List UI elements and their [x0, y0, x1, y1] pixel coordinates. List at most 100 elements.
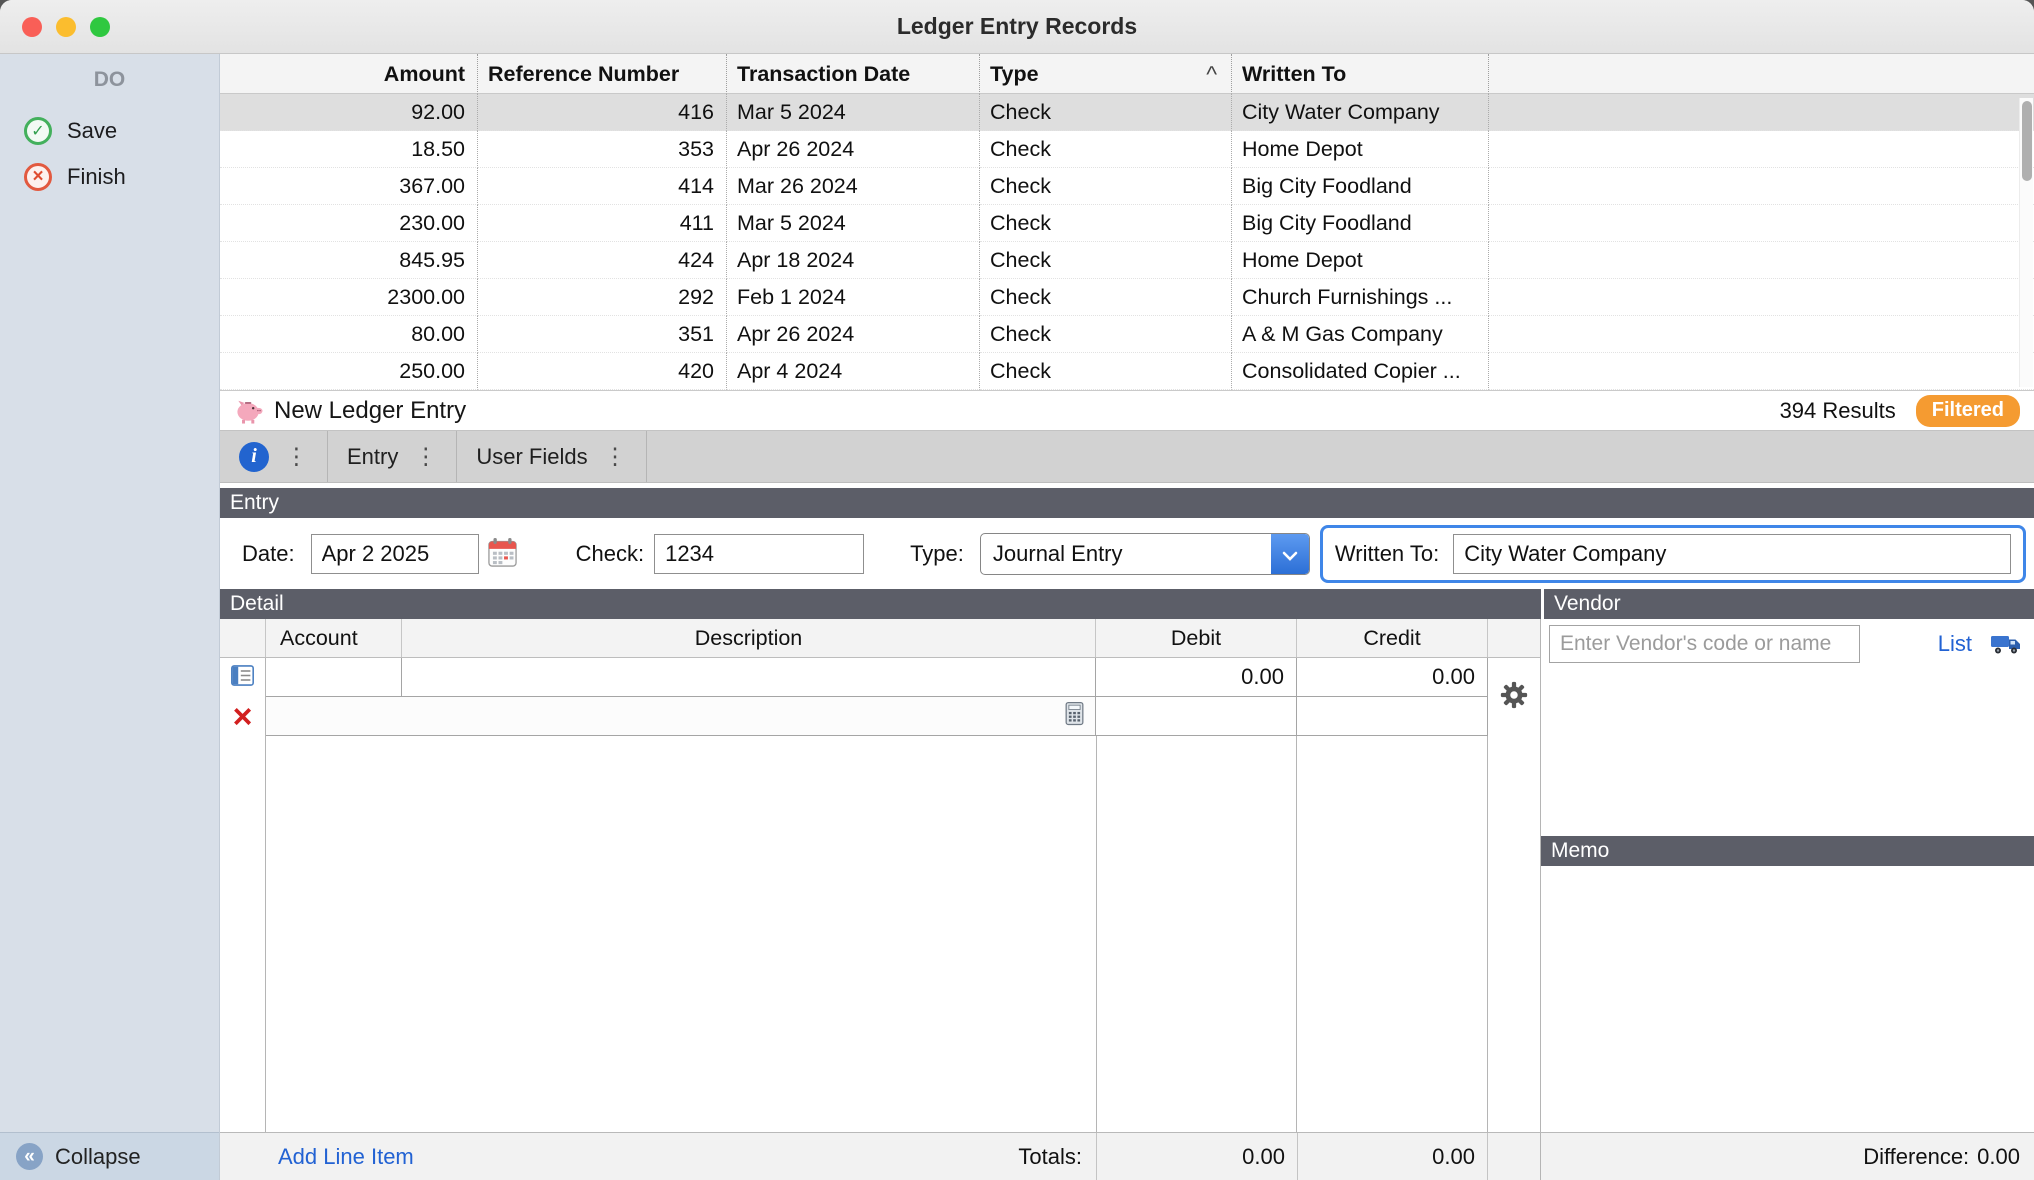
detail-column-description: Description [402, 619, 1096, 657]
detail-section-header: Detail [220, 589, 1541, 619]
table-row[interactable]: 92.00 416 Mar 5 2024 Check City Water Co… [220, 94, 2034, 131]
results-count: 394 Results [1780, 398, 1896, 424]
zoom-window-button[interactable] [90, 17, 110, 37]
type-select-value: Journal Entry [981, 541, 1271, 567]
debit-cell[interactable]: 0.00 [1096, 658, 1297, 697]
window-controls [22, 0, 110, 53]
date-cell: Apr 26 2024 [727, 316, 980, 353]
collapse-button[interactable]: « Collapse [0, 1132, 219, 1180]
calendar-picker-button[interactable] [487, 537, 518, 571]
table-row[interactable]: 845.95 424 Apr 18 2024 Check Home Depot [220, 242, 2034, 279]
type-cell: Check [980, 279, 1232, 316]
kebab-menu-icon[interactable]: ⋮ [285, 444, 308, 470]
date-input[interactable] [311, 534, 479, 574]
close-window-button[interactable] [22, 17, 42, 37]
debit-secondary-cell[interactable] [1096, 697, 1297, 736]
account-cell-input[interactable] [266, 658, 402, 697]
vendor-truck-icon[interactable] [1990, 632, 2022, 656]
table-row[interactable]: 80.00 351 Apr 26 2024 Check A & M Gas Co… [220, 316, 2034, 353]
description-cell-input[interactable] [402, 658, 1096, 697]
check-number-input[interactable] [654, 534, 864, 574]
type-select[interactable]: Journal Entry [980, 533, 1310, 575]
table-row[interactable]: 230.00 411 Mar 5 2024 Check Big City Foo… [220, 205, 2034, 242]
date-cell: Mar 5 2024 [727, 94, 980, 131]
table-row[interactable]: 250.00 420 Apr 4 2024 Check Consolidated… [220, 353, 2034, 390]
collapse-chevrons-icon: « [16, 1143, 43, 1170]
detail-table-body: 0.00 0.00 [220, 658, 1540, 1132]
info-icon[interactable]: i [239, 442, 269, 472]
check-label: Check: [576, 541, 644, 567]
vendor-input-row: List [1541, 619, 2034, 668]
amount-cell: 2300.00 [220, 279, 478, 316]
credit-cell[interactable]: 0.00 [1297, 658, 1488, 697]
type-cell: Check [980, 205, 1232, 242]
written-to-label: Written To: [1335, 541, 1439, 567]
new-ledger-entry-bar: New Ledger Entry 394 Results Filtered [220, 390, 2034, 431]
totals-label: Totals: [1018, 1144, 1082, 1170]
kebab-menu-icon[interactable]: ⋮ [604, 444, 627, 470]
kebab-menu-icon[interactable]: ⋮ [414, 444, 437, 470]
type-label: Type: [910, 541, 964, 567]
sort-ascending-icon: ^ [1206, 54, 1217, 94]
minimize-window-button[interactable] [56, 17, 76, 37]
check-circle-icon: ✓ [24, 117, 52, 145]
delete-line-item-button[interactable]: × [220, 697, 266, 736]
reference-cell: 411 [478, 205, 727, 242]
type-cell: Check [980, 353, 1232, 390]
table-row[interactable]: 2300.00 292 Feb 1 2024 Check Church Furn… [220, 279, 2034, 316]
line-item-notes-button[interactable] [220, 658, 266, 697]
table-row[interactable]: 367.00 414 Mar 26 2024 Check Big City Fo… [220, 168, 2034, 205]
gear-icon [1499, 680, 1529, 715]
main-content: Amount Reference Number Transaction Date… [220, 54, 2034, 1180]
vendor-search-input[interactable] [1549, 625, 1860, 663]
column-header-written-to[interactable]: Written To [1232, 54, 1489, 94]
column-header-filler [1489, 54, 2034, 94]
line-item-settings-button[interactable] [1488, 658, 1540, 736]
footer-icon-column [220, 1133, 266, 1180]
detail-column-credit: Credit [1297, 619, 1488, 657]
column-header-transaction-date[interactable]: Transaction Date [727, 54, 980, 94]
detail-column-debit: Debit [1096, 619, 1297, 657]
filler-cell [1489, 131, 2034, 168]
tab-entry[interactable]: Entry ⋮ [328, 431, 457, 482]
written-to-input[interactable] [1453, 534, 2011, 574]
records-table-header: Amount Reference Number Transaction Date… [220, 54, 2034, 94]
date-label: Date: [242, 541, 295, 567]
line-item-secondary-row[interactable] [266, 697, 1096, 736]
detail-column-account: Account [266, 619, 402, 657]
save-button[interactable]: ✓ Save [0, 108, 219, 154]
written-to-cell: A & M Gas Company [1232, 316, 1489, 353]
scrollbar-thumb[interactable] [2022, 101, 2032, 181]
totals-credit: 0.00 [1297, 1133, 1488, 1180]
vendor-list-link[interactable]: List [1938, 631, 1972, 657]
type-header-label: Type [990, 54, 1039, 94]
written-to-cell: Home Depot [1232, 242, 1489, 279]
tab-user-fields[interactable]: User Fields ⋮ [457, 431, 646, 482]
filtered-badge[interactable]: Filtered [1916, 395, 2020, 427]
calculator-icon[interactable] [1062, 701, 1087, 731]
column-header-reference-number[interactable]: Reference Number [478, 54, 727, 94]
date-cell: Apr 4 2024 [727, 353, 980, 390]
written-to-cell: Consolidated Copier ... [1232, 353, 1489, 390]
column-header-amount[interactable]: Amount [220, 54, 478, 94]
reference-cell: 416 [478, 94, 727, 131]
reference-cell: 351 [478, 316, 727, 353]
icon-column-filler [220, 736, 266, 1132]
debit-column-filler [1096, 736, 1297, 1132]
x-circle-icon: × [24, 163, 52, 191]
amount-cell: 250.00 [220, 353, 478, 390]
finish-button[interactable]: × Finish [0, 154, 219, 200]
vertical-scrollbar[interactable] [2019, 98, 2033, 387]
dropdown-button[interactable] [1271, 534, 1309, 574]
column-header-type[interactable]: Type ^ [980, 54, 1232, 94]
sidebar: DO ✓ Save × Finish « Collapse [0, 54, 220, 1180]
info-tab[interactable]: i ⋮ [220, 431, 328, 482]
vendor-detail-area [1541, 668, 2034, 836]
tab-bar: i ⋮ Entry ⋮ User Fields ⋮ [220, 431, 2034, 483]
chevron-down-icon [1282, 541, 1298, 567]
memo-text-area[interactable] [1541, 866, 2034, 1132]
add-line-item-button[interactable]: Add Line Item [278, 1144, 414, 1170]
table-row[interactable]: 18.50 353 Apr 26 2024 Check Home Depot [220, 131, 2034, 168]
amount-cell: 367.00 [220, 168, 478, 205]
credit-secondary-cell[interactable] [1297, 697, 1488, 736]
